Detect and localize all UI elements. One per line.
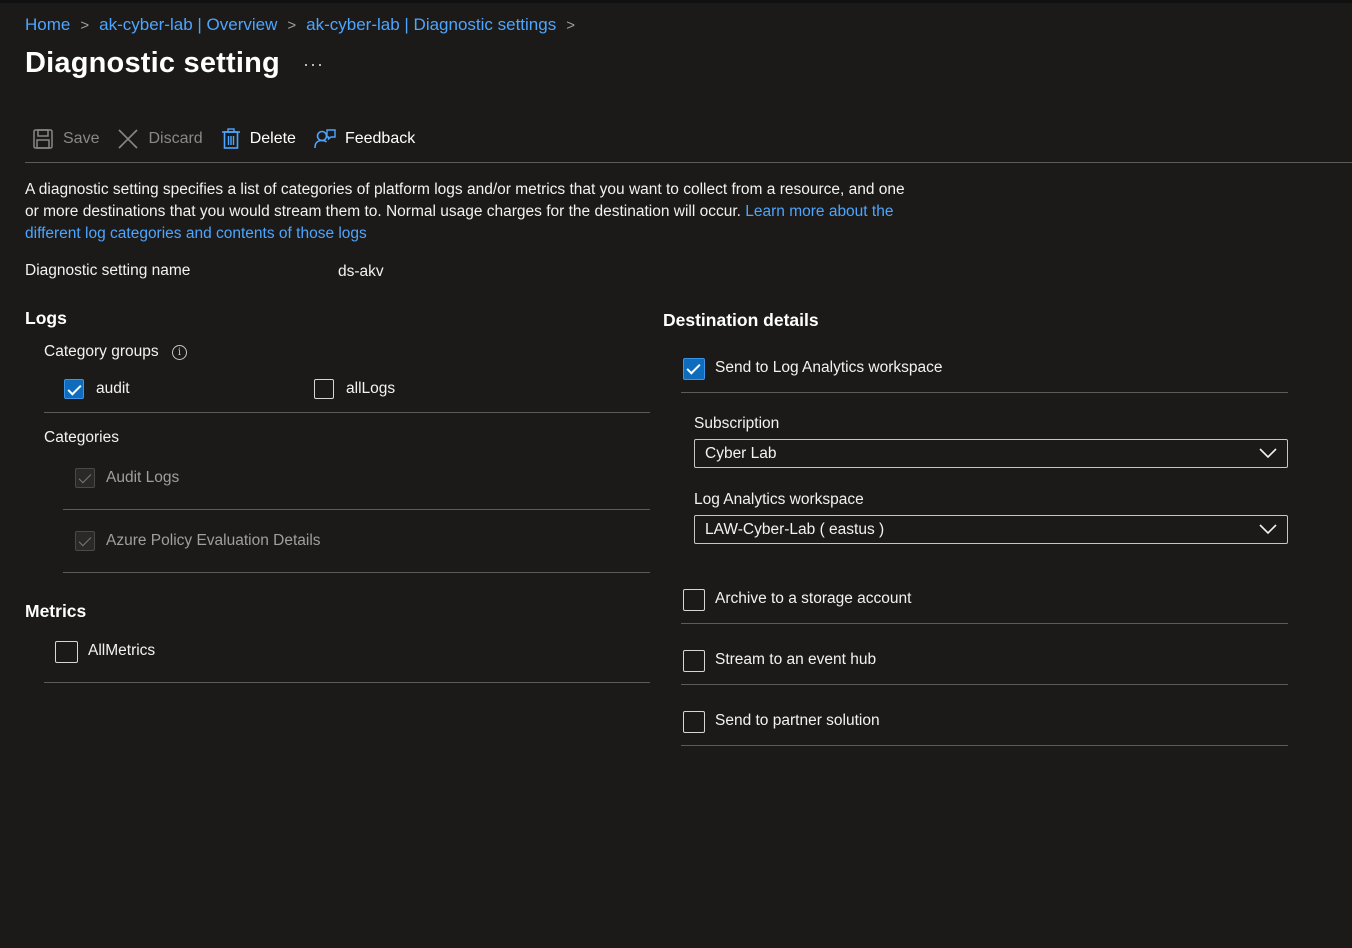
policy-evaluation-checkbox[interactable]: [75, 531, 95, 551]
destination-heading: Destination details: [663, 310, 819, 330]
log-analytics-label: Send to Log Analytics workspace: [715, 359, 943, 376]
metrics-divider: [44, 682, 650, 683]
save-label: Save: [63, 130, 100, 147]
allmetrics-label: AllMetrics: [88, 642, 156, 659]
more-options-button[interactable]: ···: [303, 54, 324, 75]
event-hub-label: Stream to an event hub: [715, 651, 877, 668]
top-border: [0, 0, 1352, 3]
subscription-label: Subscription: [694, 415, 780, 432]
info-icon[interactable]: i: [172, 345, 187, 360]
subscription-value: Cyber Lab: [705, 445, 777, 462]
metrics-heading: Metrics: [25, 601, 87, 621]
audit-logs-label: Audit Logs: [106, 469, 180, 486]
log-analytics-divider: [681, 392, 1288, 393]
save-button[interactable]: Save: [32, 128, 99, 150]
feedback-icon: [314, 129, 336, 149]
workspace-label: Log Analytics workspace: [694, 491, 864, 508]
logs-heading: Logs: [25, 308, 67, 328]
audit-label: audit: [96, 380, 130, 397]
category-divider: [63, 509, 650, 510]
delete-label: Delete: [249, 130, 296, 147]
allmetrics-checkbox[interactable]: [55, 641, 78, 663]
workspace-dropdown[interactable]: LAW-Cyber-Lab ( eastus ): [694, 515, 1288, 544]
breadcrumb-diagnostic-settings[interactable]: ak-cyber-lab | Diagnostic settings: [306, 15, 556, 35]
save-icon: [33, 129, 53, 149]
category-groups-divider: [44, 412, 650, 413]
audit-checkbox[interactable]: [64, 379, 84, 399]
breadcrumb-home[interactable]: Home: [25, 15, 70, 35]
command-bar: Save Discard Delete Feedback: [32, 128, 433, 150]
partner-solution-label: Send to partner solution: [715, 712, 880, 729]
alllogs-label: allLogs: [346, 380, 396, 397]
categories-label: Categories: [44, 429, 119, 446]
policy-evaluation-label: Azure Policy Evaluation Details: [106, 532, 321, 549]
breadcrumb: Home > ak-cyber-lab | Overview > ak-cybe…: [25, 15, 585, 35]
chevron-down-icon: [1259, 448, 1277, 459]
feedback-label: Feedback: [344, 130, 416, 147]
alllogs-checkbox[interactable]: [314, 379, 334, 399]
delete-button[interactable]: Delete: [221, 128, 296, 150]
page-title: Diagnostic setting: [25, 47, 280, 79]
subscription-dropdown[interactable]: Cyber Lab: [694, 439, 1288, 468]
log-analytics-checkbox[interactable]: [683, 358, 705, 380]
discard-label: Discard: [148, 130, 203, 147]
breadcrumb-separator-icon: >: [287, 16, 297, 34]
category-divider: [63, 572, 650, 573]
storage-account-checkbox[interactable]: [683, 589, 705, 611]
discard-button[interactable]: Discard: [117, 128, 203, 150]
setting-name-value: ds-akv: [338, 263, 384, 280]
category-groups-label: Category groups: [44, 343, 159, 360]
description: A diagnostic setting specifies a list of…: [25, 179, 905, 245]
storage-divider: [681, 623, 1288, 624]
partner-solution-checkbox[interactable]: [683, 711, 705, 733]
setting-name-label: Diagnostic setting name: [25, 262, 191, 279]
trash-icon: [221, 128, 240, 149]
partner-divider: [681, 745, 1288, 746]
close-icon: [118, 129, 139, 149]
toolbar-divider: [25, 162, 1352, 163]
event-hub-divider: [681, 684, 1288, 685]
breadcrumb-separator-icon: >: [80, 16, 90, 34]
workspace-value: LAW-Cyber-Lab ( eastus ): [705, 521, 885, 538]
feedback-button[interactable]: Feedback: [314, 128, 415, 150]
chevron-down-icon: [1259, 524, 1277, 535]
storage-account-label: Archive to a storage account: [715, 590, 912, 607]
breadcrumb-overview[interactable]: ak-cyber-lab | Overview: [99, 15, 277, 35]
breadcrumb-separator-icon: >: [566, 16, 575, 34]
audit-logs-checkbox[interactable]: [75, 468, 95, 488]
event-hub-checkbox[interactable]: [683, 650, 705, 672]
